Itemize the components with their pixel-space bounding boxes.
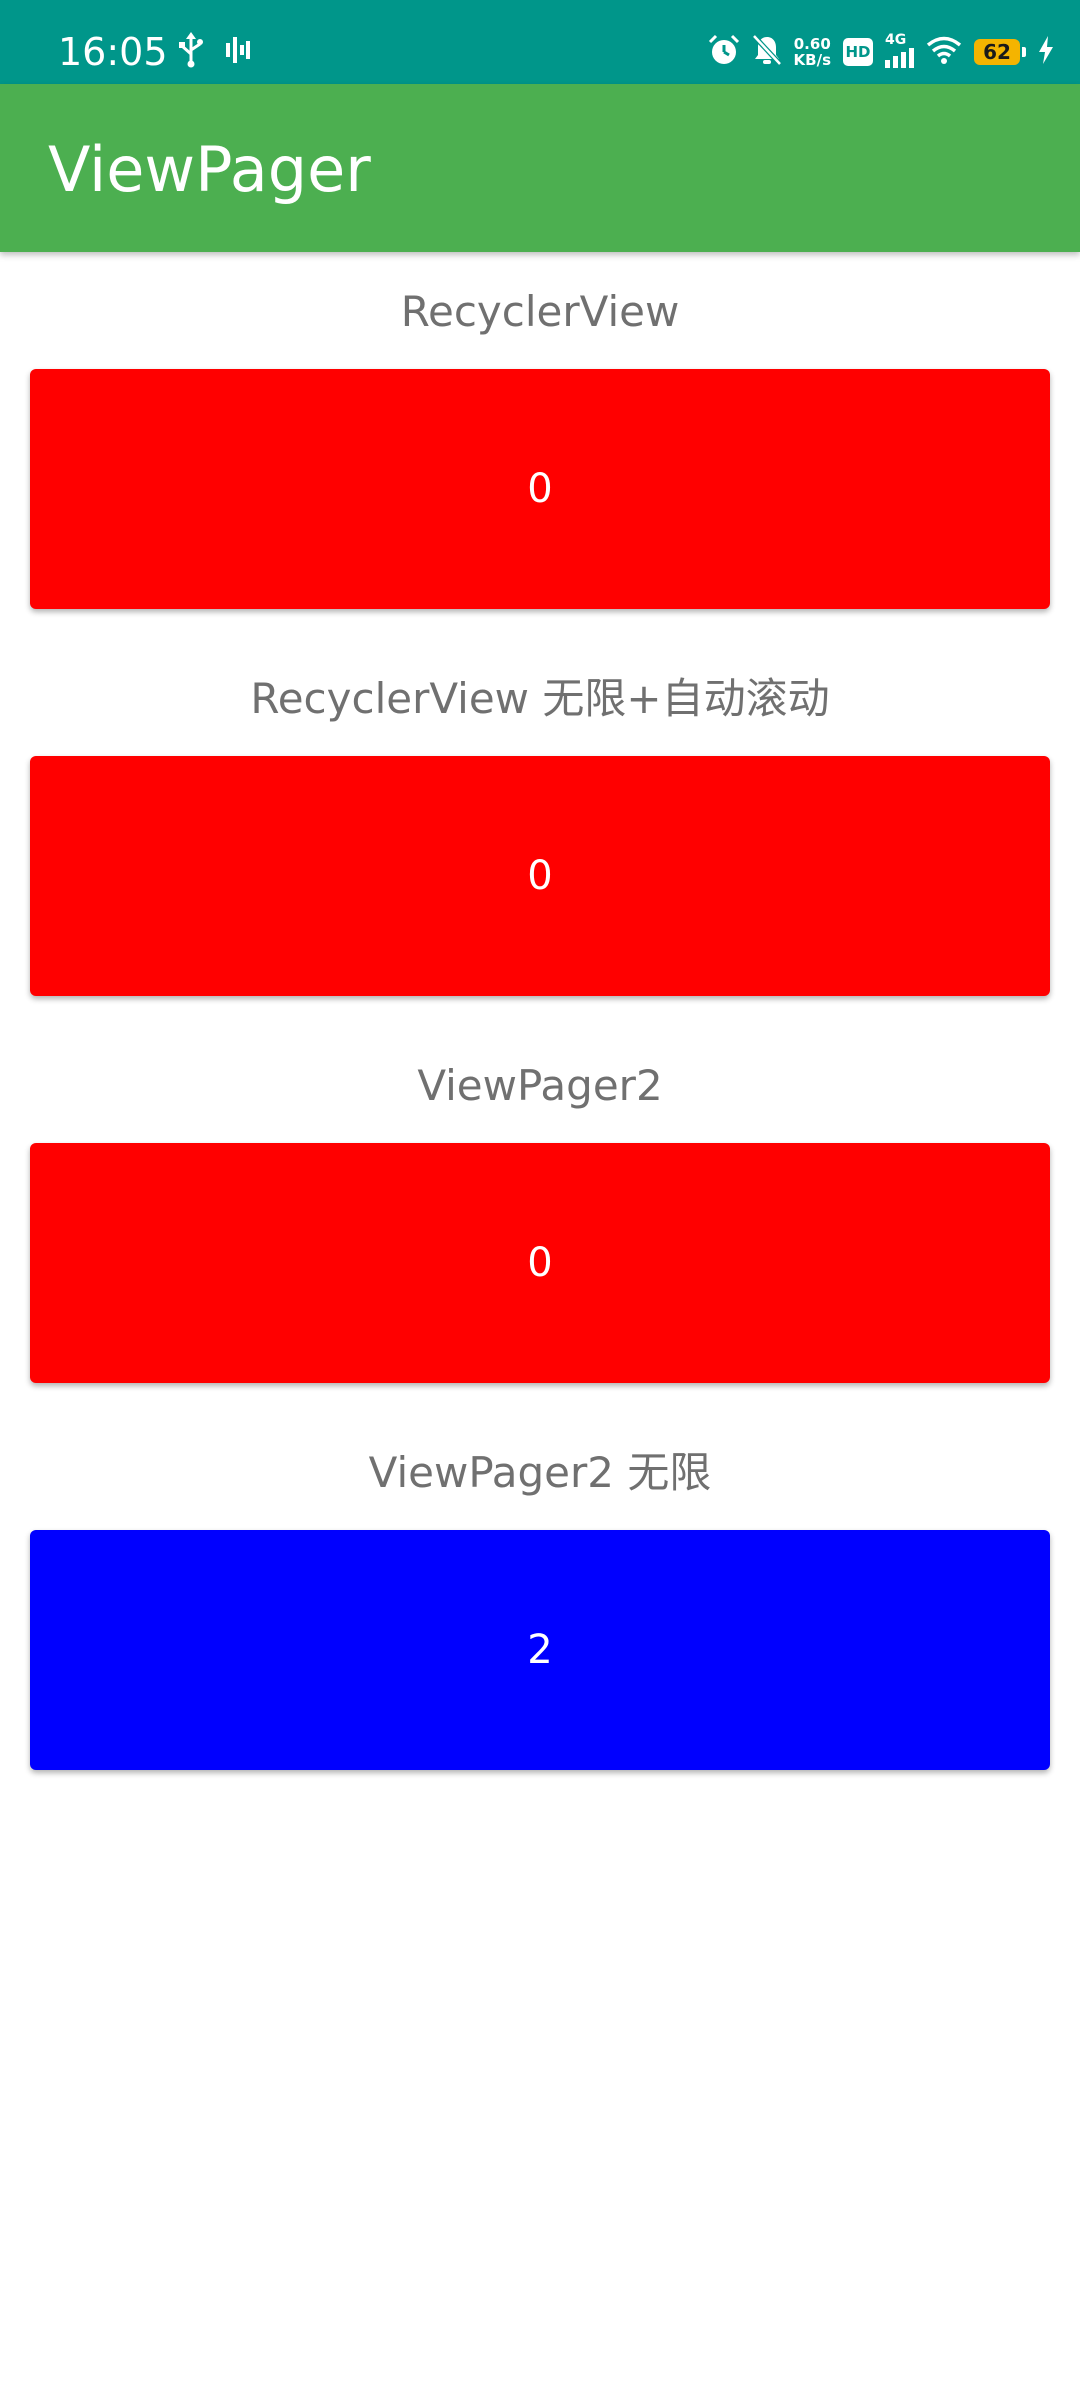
pager-page-label: 2 <box>527 1627 553 1673</box>
network-type-label: 4G <box>885 32 907 48</box>
network-speed: 0.60 KB/s <box>794 36 831 68</box>
hd-badge: HD <box>843 38 873 66</box>
wifi-icon <box>926 36 962 68</box>
section-title-viewpager2-infinite: ViewPager2 无限 <box>368 1448 712 1497</box>
pager-recyclerview-infinite-autoscroll[interactable]: 0 <box>30 756 1050 996</box>
pager-viewpager2-infinite[interactable]: 2 <box>30 1530 1050 1770</box>
bell-muted-icon <box>751 34 782 70</box>
battery-level: 62 <box>974 39 1020 65</box>
usb-icon <box>178 32 204 72</box>
status-left-icons <box>178 30 250 74</box>
section-title-recyclerview-infinite-autoscroll: RecyclerView 无限+自动滚动 <box>250 674 830 723</box>
network-speed-unit: KB/s <box>793 51 831 69</box>
pager-page-label: 0 <box>527 466 553 512</box>
pager-viewpager2[interactable]: 0 <box>30 1143 1050 1383</box>
section-title-viewpager2: ViewPager2 <box>417 1061 663 1110</box>
cellular-signal-icon: 4G <box>885 32 914 68</box>
status-right-icons: 0.60 KB/s HD 4G 62 <box>708 26 1054 78</box>
pager-page-label: 0 <box>527 853 553 899</box>
app-title: ViewPager <box>48 133 371 206</box>
status-time: 16:05 <box>58 30 168 74</box>
pager-page-label: 0 <box>527 1240 553 1286</box>
charging-icon <box>1038 36 1054 68</box>
status-bar: 16:05 0.60 KB/s HD 4G 62 <box>0 0 1080 84</box>
pager-recyclerview[interactable]: 0 <box>30 369 1050 609</box>
network-speed-value: 0.60 <box>793 35 831 53</box>
app-bar: ViewPager <box>0 84 1080 252</box>
section-title-recyclerview: RecyclerView <box>400 287 680 336</box>
battery-icon: 62 <box>974 39 1026 65</box>
alarm-icon <box>708 34 740 70</box>
sound-wave-icon <box>226 37 250 67</box>
